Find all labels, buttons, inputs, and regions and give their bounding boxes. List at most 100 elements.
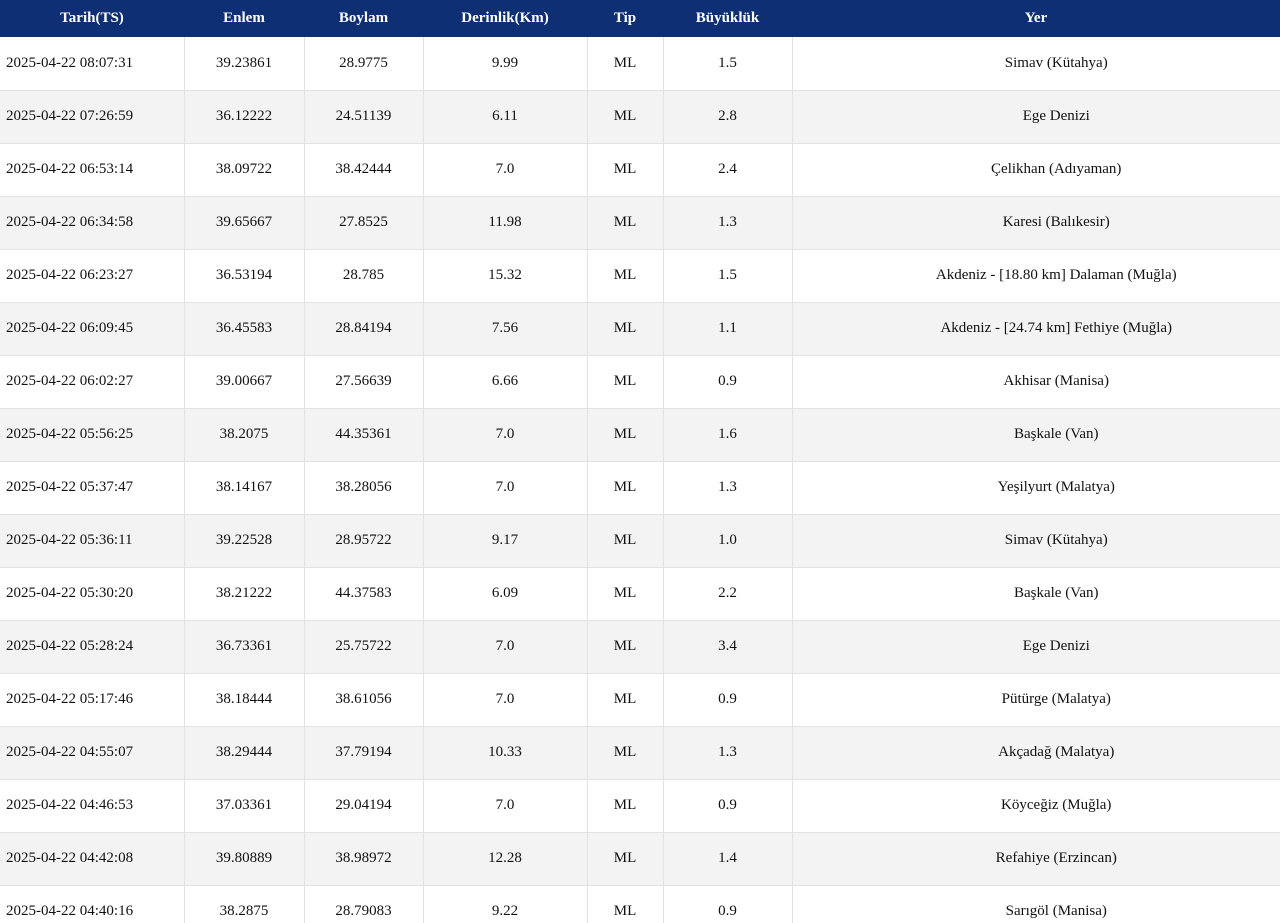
cell-location: Akçadağ (Malatya) [792, 726, 1280, 780]
cell-latitude: 38.09722 [184, 143, 305, 197]
cell-location: Simav (Kütahya) [792, 37, 1280, 91]
cell-magnitude: 0.9 [663, 355, 793, 409]
cell-latitude: 38.29444 [184, 726, 305, 780]
cell-longitude: 38.98972 [304, 832, 424, 886]
cell-magnitude: 0.9 [663, 885, 793, 923]
cell-date: 2025-04-22 05:30:20 [0, 567, 185, 621]
cell-latitude: 39.80889 [184, 832, 305, 886]
column-header-latitude[interactable]: Enlem [184, 0, 304, 37]
table-row[interactable]: 2025-04-22 04:40:16 38.2875 28.79083 9.22 ML… [0, 885, 1280, 923]
table-row[interactable]: 2025-04-22 06:53:14 38.09722 38.42444 7.0 ML… [0, 143, 1280, 197]
cell-longitude: 38.28056 [304, 461, 424, 515]
cell-date: 2025-04-22 06:53:14 [0, 143, 185, 197]
table-row[interactable]: 2025-04-22 05:37:47 38.14167 38.28056 7.0 ML… [0, 461, 1280, 515]
table-row[interactable]: 2025-04-22 05:56:25 38.2075 44.35361 7.0 ML 1… [0, 408, 1280, 462]
cell-date: 2025-04-22 08:07:31 [0, 37, 185, 91]
cell-depth: 10.33 [423, 726, 588, 780]
cell-longitude: 25.75722 [304, 620, 424, 674]
cell-type: ML [587, 90, 664, 144]
column-header-date[interactable]: Tarih(TS) [0, 0, 184, 37]
column-header-depth[interactable]: Derinlik(Km) [423, 0, 587, 37]
cell-type: ML [587, 885, 664, 923]
cell-location: Akdeniz - [24.74 km] Fethiye (Muğla) [792, 302, 1280, 356]
cell-depth: 7.0 [423, 461, 588, 515]
table-row[interactable]: 2025-04-22 05:36:11 39.22528 28.95722 9.17 M… [0, 514, 1280, 568]
cell-magnitude: 3.4 [663, 620, 793, 674]
table-row[interactable]: 2025-04-22 06:34:58 39.65667 27.8525 11.98 M… [0, 196, 1280, 250]
cell-depth: 6.11 [423, 90, 588, 144]
table-row[interactable]: 2025-04-22 07:26:59 36.12222 24.51139 6.11 M… [0, 90, 1280, 144]
cell-longitude: 28.79083 [304, 885, 424, 923]
cell-type: ML [587, 779, 664, 833]
table-row[interactable]: 2025-04-22 06:02:27 39.00667 27.56639 6.66 M… [0, 355, 1280, 409]
cell-magnitude: 1.0 [663, 514, 793, 568]
cell-type: ML [587, 461, 664, 515]
cell-location: Çelikhan (Adıyaman) [792, 143, 1280, 197]
cell-latitude: 37.03361 [184, 779, 305, 833]
cell-depth: 11.98 [423, 196, 588, 250]
table-row[interactable]: 2025-04-22 04:42:08 39.80889 38.98972 12.28… [0, 832, 1280, 886]
cell-depth: 7.56 [423, 302, 588, 356]
column-header-type[interactable]: Tip [587, 0, 663, 37]
cell-date: 2025-04-22 05:37:47 [0, 461, 185, 515]
cell-type: ML [587, 143, 664, 197]
cell-longitude: 37.79194 [304, 726, 424, 780]
cell-latitude: 39.65667 [184, 196, 305, 250]
cell-depth: 6.66 [423, 355, 588, 409]
cell-date: 2025-04-22 06:23:27 [0, 249, 185, 303]
cell-depth: 7.0 [423, 673, 588, 727]
cell-latitude: 36.53194 [184, 249, 305, 303]
cell-latitude: 38.21222 [184, 567, 305, 621]
cell-latitude: 38.14167 [184, 461, 305, 515]
cell-magnitude: 2.4 [663, 143, 793, 197]
cell-depth: 7.0 [423, 408, 588, 462]
cell-type: ML [587, 673, 664, 727]
cell-date: 2025-04-22 06:02:27 [0, 355, 185, 409]
cell-longitude: 28.84194 [304, 302, 424, 356]
cell-location: Refahiye (Erzincan) [792, 832, 1280, 886]
cell-longitude: 27.8525 [304, 196, 424, 250]
column-header-magnitude[interactable]: Büyüklük [663, 0, 792, 37]
cell-type: ML [587, 620, 664, 674]
table-row[interactable]: 2025-04-22 06:09:45 36.45583 28.84194 7.56 M… [0, 302, 1280, 356]
table-row[interactable]: 2025-04-22 05:28:24 36.73361 25.75722 7.0 ML… [0, 620, 1280, 674]
cell-latitude: 38.2875 [184, 885, 305, 923]
table-row[interactable]: 2025-04-22 05:17:46 38.18444 38.61056 7.0 ML… [0, 673, 1280, 727]
cell-location: Sarıgöl (Manisa) [792, 885, 1280, 923]
cell-date: 2025-04-22 05:56:25 [0, 408, 185, 462]
cell-latitude: 36.73361 [184, 620, 305, 674]
cell-latitude: 38.2075 [184, 408, 305, 462]
table-row[interactable]: 2025-04-22 04:46:53 37.03361 29.04194 7.0 ML… [0, 779, 1280, 833]
cell-date: 2025-04-22 06:09:45 [0, 302, 185, 356]
cell-date: 2025-04-22 07:26:59 [0, 90, 185, 144]
cell-magnitude: 0.9 [663, 673, 793, 727]
cell-depth: 9.22 [423, 885, 588, 923]
cell-type: ML [587, 37, 664, 91]
cell-magnitude: 1.6 [663, 408, 793, 462]
cell-depth: 9.17 [423, 514, 588, 568]
cell-type: ML [587, 302, 664, 356]
cell-latitude: 39.23861 [184, 37, 305, 91]
cell-longitude: 24.51139 [304, 90, 424, 144]
column-header-longitude[interactable]: Boylam [304, 0, 423, 37]
cell-type: ML [587, 196, 664, 250]
cell-magnitude: 2.2 [663, 567, 793, 621]
column-header-location[interactable]: Yer [792, 0, 1280, 37]
cell-longitude: 29.04194 [304, 779, 424, 833]
cell-magnitude: 1.3 [663, 726, 793, 780]
cell-depth: 15.32 [423, 249, 588, 303]
cell-location: Başkale (Van) [792, 408, 1280, 462]
cell-type: ML [587, 832, 664, 886]
cell-location: Ege Denizi [792, 620, 1280, 674]
table-row[interactable]: 2025-04-22 06:23:27 36.53194 28.785 15.32 ML… [0, 249, 1280, 303]
table-row[interactable]: 2025-04-22 08:07:31 39.23861 28.9775 9.99 ML… [0, 37, 1280, 91]
cell-latitude: 36.45583 [184, 302, 305, 356]
table-row[interactable]: 2025-04-22 05:30:20 38.21222 44.37583 6.09 M… [0, 567, 1280, 621]
cell-magnitude: 1.1 [663, 302, 793, 356]
table-row[interactable]: 2025-04-22 04:55:07 38.29444 37.79194 10.33… [0, 726, 1280, 780]
cell-depth: 7.0 [423, 620, 588, 674]
cell-longitude: 27.56639 [304, 355, 424, 409]
cell-date: 2025-04-22 04:42:08 [0, 832, 185, 886]
cell-magnitude: 1.4 [663, 832, 793, 886]
cell-location: Akhisar (Manisa) [792, 355, 1280, 409]
